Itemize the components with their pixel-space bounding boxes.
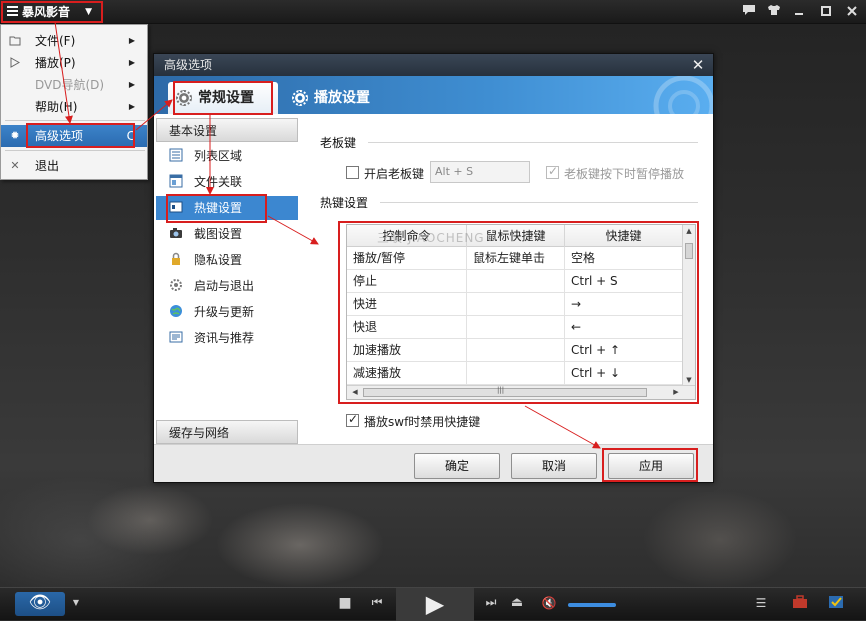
annotation-arrows [54,21,601,449]
